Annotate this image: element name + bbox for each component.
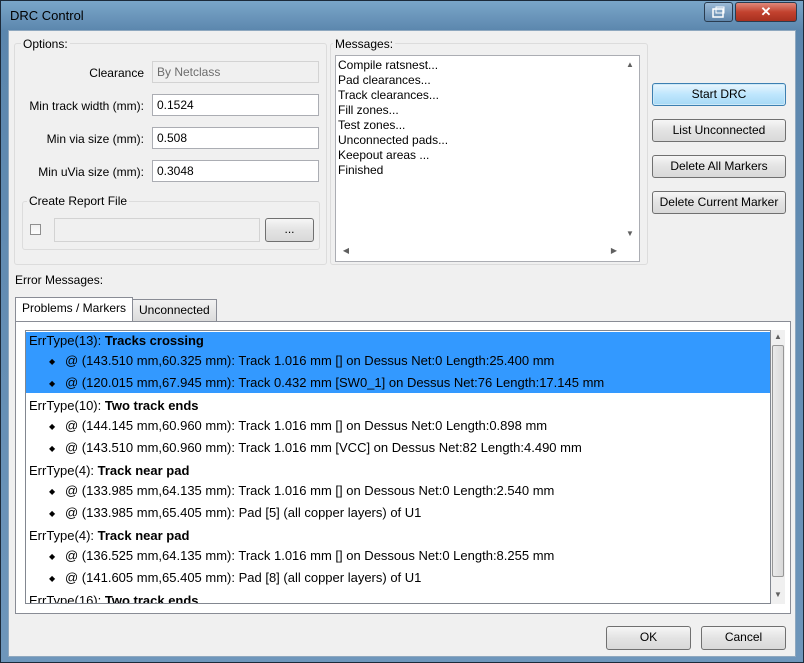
options-label: Options: <box>21 37 70 51</box>
error-detail: ◆ @ (133.985 mm,64.135 mm): Track 1.016 m… <box>49 483 555 498</box>
messages-log[interactable]: Compile ratsnest... Pad clearances... Tr… <box>335 55 640 262</box>
error-heading: ErrType(4): Track near pad <box>29 528 190 543</box>
list-unconnected-button[interactable]: List Unconnected <box>652 119 786 142</box>
message-line: Compile ratsnest... <box>338 58 439 72</box>
scroll-right-icon[interactable]: ▶ <box>608 246 620 255</box>
error-detail: ◆ @ (143.510 mm,60.960 mm): Track 1.016 m… <box>49 440 582 455</box>
error-detail: ◆ @ (136.525 mm,64.135 mm): Track 1.016 m… <box>49 548 555 563</box>
message-line: Unconnected pads... <box>338 133 449 147</box>
error-detail: ◆ @ (141.605 mm,65.405 mm): Pad [8] (all … <box>49 570 422 585</box>
window-title: DRC Control <box>10 8 84 23</box>
error-messages-label: Error Messages: <box>15 273 104 287</box>
error-detail: ◆ @ (133.985 mm,65.405 mm): Pad [5] (all … <box>49 505 422 520</box>
title-bar[interactable]: DRC Control ✕ <box>1 1 803 29</box>
report-file-path-input[interactable] <box>54 218 260 242</box>
error-detail: ◆ @ (143.510 mm,60.325 mm): Track 1.016 m… <box>49 353 555 368</box>
error-heading: ErrType(10): Two track ends <box>29 398 199 413</box>
close-icon[interactable]: ✕ <box>735 2 797 22</box>
markers-list[interactable]: ErrType(13): Tracks crossing ◆ @ (143.510… <box>25 330 771 604</box>
message-line: Fill zones... <box>338 103 399 117</box>
restore-icon[interactable] <box>704 2 733 22</box>
error-detail: ◆ @ (144.145 mm,60.960 mm): Track 1.016 m… <box>49 418 548 433</box>
error-detail: ◆ @ (120.015 mm,67.945 mm): Track 0.432 m… <box>49 375 605 390</box>
markers-scrollbar[interactable]: ▲ ▼ <box>771 330 785 604</box>
message-line: Track clearances... <box>338 88 439 102</box>
browse-button[interactable]: ... <box>265 218 314 242</box>
min-uvia-size-input[interactable]: 0.3048 <box>152 160 319 182</box>
min-track-label: Min track width (mm): <box>29 99 144 113</box>
cancel-button[interactable]: Cancel <box>701 626 786 650</box>
scroll-up-icon[interactable]: ▲ <box>624 60 636 69</box>
report-file-checkbox[interactable] <box>30 224 41 235</box>
min-uvia-label: Min uVia size (mm): <box>38 165 144 179</box>
error-heading: ErrType(13): Tracks crossing <box>29 333 204 348</box>
messages-label: Messages: <box>333 37 396 51</box>
delete-all-markers-button[interactable]: Delete All Markers <box>652 155 786 178</box>
message-line: Keepout areas ... <box>338 148 430 162</box>
error-item[interactable]: ErrType(13): Tracks crossing ◆ @ (143.510… <box>26 332 770 393</box>
error-heading: ErrType(16): Two track ends <box>29 593 199 604</box>
message-line: Pad clearances... <box>338 73 431 87</box>
scroll-thumb[interactable] <box>772 345 784 577</box>
problems-panel: ErrType(13): Tracks crossing ◆ @ (143.510… <box>15 321 791 614</box>
scroll-down-icon[interactable]: ▼ <box>772 590 784 599</box>
clearance-field: By Netclass <box>152 61 319 83</box>
dialog-client: Options: Clearance By Netclass Min track… <box>8 30 796 657</box>
clearance-label: Clearance <box>89 66 144 80</box>
tab-problems-markers[interactable]: Problems / Markers <box>15 297 134 321</box>
scroll-left-icon[interactable]: ◀ <box>340 246 352 255</box>
error-item[interactable]: ErrType(4): Track near pad ◆ @ (133.985 m… <box>26 462 770 523</box>
report-file-label: Create Report File <box>27 194 130 208</box>
scroll-up-icon[interactable]: ▲ <box>772 332 784 341</box>
message-line: Finished <box>338 163 384 177</box>
message-line: Test zones... <box>338 118 406 132</box>
min-via-label: Min via size (mm): <box>46 132 144 146</box>
drc-control-window: DRC Control ✕ Options: Clearance By Netc… <box>0 0 804 663</box>
ok-button[interactable]: OK <box>606 626 691 650</box>
scroll-down-icon[interactable]: ▼ <box>624 229 636 238</box>
error-item[interactable]: ErrType(4): Track near pad ◆ @ (136.525 m… <box>26 527 770 588</box>
tab-unconnected[interactable]: Unconnected <box>132 299 217 321</box>
min-via-size-input[interactable]: 0.508 <box>152 127 319 149</box>
error-item[interactable]: ErrType(16): Two track ends <box>26 592 770 604</box>
delete-current-marker-button[interactable]: Delete Current Marker <box>652 191 786 214</box>
error-item[interactable]: ErrType(10): Two track ends ◆ @ (144.145 … <box>26 397 770 458</box>
start-drc-button[interactable]: Start DRC <box>652 83 786 106</box>
min-track-width-input[interactable]: 0.1524 <box>152 94 319 116</box>
error-heading: ErrType(4): Track near pad <box>29 463 190 478</box>
